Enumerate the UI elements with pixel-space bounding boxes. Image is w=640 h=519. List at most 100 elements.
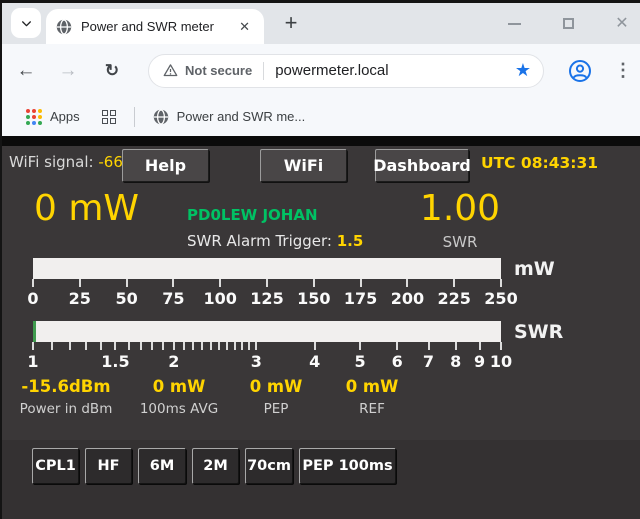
callsign-text: PD0LEW JOHAN (187, 206, 318, 224)
address-bar[interactable]: Not secure powermeter.local ★ (148, 54, 544, 88)
bookmark-item[interactable]: Power and SWR me... (153, 109, 306, 125)
browser-menu-icon[interactable]: ⋮ (608, 60, 638, 81)
tab-groups-icon[interactable] (102, 110, 116, 124)
swr-meter: SWR 11.52345678910 (33, 321, 501, 342)
profile-avatar-button[interactable] (568, 59, 592, 83)
scale-label: 100 (203, 289, 236, 308)
footer-button-pep-100ms[interactable]: PEP 100ms (299, 448, 396, 484)
scale-label: 2 (168, 352, 179, 371)
bookmarks-bar: Apps Power and SWR me... (2, 97, 640, 136)
url-text[interactable]: powermeter.local (275, 62, 515, 79)
browser-window: Power and SWR meter ✕ + ✕ ← → ↻ Not secu… (0, 0, 640, 519)
scale-tick (500, 342, 502, 350)
window-maximize-button[interactable] (558, 14, 578, 34)
scale-tick (248, 342, 250, 350)
scale-tick (85, 342, 87, 350)
scale-tick (241, 342, 243, 350)
page-content: WiFi signal: -66 Help WiFi Dashboard UTC 0… (2, 136, 640, 519)
utc-clock: UTC 08:43:31 (481, 154, 598, 172)
footer-button-cpl1[interactable]: CPL1 (32, 448, 79, 484)
scale-label: 200 (391, 289, 424, 308)
scale-label: 3 (251, 352, 262, 371)
scale-tick (32, 342, 34, 350)
swr-meter-scale: 11.52345678910 (33, 352, 501, 372)
scale-tick (313, 279, 315, 287)
scale-label: 5 (355, 352, 366, 371)
scale-tick (79, 279, 81, 287)
footer-button-hf[interactable]: HF (85, 448, 132, 484)
scale-label: 125 (250, 289, 283, 308)
scale-label: 1 (27, 352, 38, 371)
profile-icon (568, 59, 592, 83)
scale-tick (396, 342, 398, 350)
window-close-button[interactable]: ✕ (612, 14, 632, 34)
scale-label: 6 (392, 352, 403, 371)
swr-meter-bar (33, 321, 501, 342)
scale-tick (219, 279, 221, 287)
power-readout: 0 mW (34, 188, 139, 229)
scale-label: 1.5 (101, 352, 129, 371)
minimize-icon (508, 23, 521, 25)
stat-ref: 0 mWREF (302, 377, 442, 417)
window-minimize-button[interactable] (504, 14, 524, 34)
scale-tick (428, 342, 430, 350)
scale-tick (226, 342, 228, 350)
swr-alarm-trigger-value: 1.5 (337, 232, 364, 250)
wifi-signal-value: -66 (98, 153, 123, 171)
help-button[interactable]: Help (122, 149, 209, 182)
reload-button[interactable]: ↻ (98, 61, 126, 81)
scale-tick (234, 342, 236, 350)
scale-label: 225 (437, 289, 470, 308)
footer-button-2m[interactable]: 2M (192, 448, 239, 484)
power-meter-scale: 0255075100125150175200225250 (33, 289, 501, 309)
scale-tick (210, 342, 212, 350)
bookmark-star-icon[interactable]: ★ (515, 60, 531, 81)
globe-favicon-icon (56, 19, 72, 35)
wifi-signal-line: WiFi signal: -66 (9, 153, 123, 171)
swr-readout: 1.00 (409, 188, 511, 229)
wifi-button[interactable]: WiFi (260, 149, 347, 182)
browser-toolbar: ← → ↻ Not secure powermeter.local ★ ⋮ (2, 44, 640, 97)
scale-tick (128, 342, 130, 350)
forward-button[interactable]: → (54, 60, 82, 82)
dashboard-button[interactable]: Dashboard (375, 149, 469, 182)
scale-label: 75 (162, 289, 184, 308)
tab-close-icon[interactable]: ✕ (235, 17, 254, 37)
tab-title: Power and SWR meter (81, 19, 235, 34)
apps-grid-icon[interactable] (26, 109, 42, 125)
tab-search-button[interactable] (11, 8, 41, 38)
scale-tick (69, 342, 71, 350)
scale-tick (218, 342, 220, 350)
scale-label: 9 (474, 352, 485, 371)
swr-meter-unit: SWR (514, 321, 563, 343)
scale-label: 0 (27, 289, 38, 308)
browser-tab[interactable]: Power and SWR meter ✕ (46, 9, 264, 44)
swr-alarm-trigger: SWR Alarm Trigger: 1.5 (187, 232, 363, 250)
security-label[interactable]: Not secure (185, 63, 252, 78)
swr-alarm-trigger-label: SWR Alarm Trigger: (187, 232, 332, 250)
tab-strip: Power and SWR meter ✕ + ✕ (2, 3, 640, 44)
scale-tick (360, 279, 362, 287)
scale-tick (140, 342, 142, 350)
scale-tick (201, 342, 203, 350)
scale-tick (453, 279, 455, 287)
footer-button-70cm[interactable]: 70cm (245, 448, 293, 484)
scale-tick (126, 279, 128, 287)
scale-label: 25 (69, 289, 91, 308)
swr-meter-ticks (33, 342, 501, 351)
scale-label: 50 (115, 289, 137, 308)
maximize-icon (563, 18, 574, 29)
close-icon: ✕ (615, 16, 628, 32)
footer-button-6m[interactable]: 6M (138, 448, 186, 484)
scale-tick (314, 342, 316, 350)
back-button[interactable]: ← (12, 60, 40, 82)
new-tab-button[interactable]: + (276, 7, 306, 39)
scale-tick (151, 342, 153, 350)
scale-tick (479, 342, 481, 350)
apps-label[interactable]: Apps (50, 109, 80, 124)
omnibox-divider (263, 62, 264, 80)
scale-tick (114, 342, 116, 350)
swr-readout-caption: SWR (409, 233, 511, 251)
stat-value: 0 mW (302, 377, 442, 396)
power-meter-unit: mW (514, 258, 555, 280)
